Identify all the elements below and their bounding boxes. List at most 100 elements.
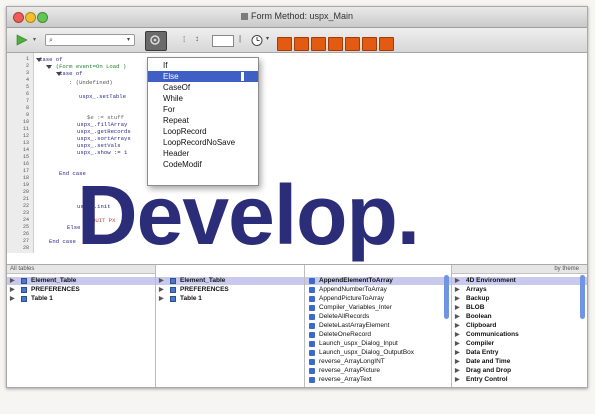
disclosure-icon[interactable]: ▶ — [455, 358, 460, 366]
theme-label: Data Entry — [466, 349, 499, 356]
method-item[interactable]: Launch_uspx_Dialog_Input — [305, 340, 451, 348]
view-toggle-button[interactable] — [212, 35, 234, 47]
method-item[interactable]: Launch_uspx_Dialog_OutputBox — [305, 349, 451, 357]
tool-button-6[interactable] — [362, 37, 377, 51]
menu-item-repeat[interactable]: Repeat — [148, 115, 258, 126]
menu-item-looprecord[interactable]: LoopRecord — [148, 126, 258, 137]
disclosure-icon[interactable]: ▶ — [10, 295, 15, 303]
list-item[interactable]: ▶ Table 1 — [156, 295, 304, 303]
theme-item[interactable]: ▶ 4D Environment — [452, 277, 587, 285]
search-dropdown-icon[interactable]: ▾ — [127, 36, 130, 51]
disclosure-icon[interactable]: ▶ — [455, 304, 460, 312]
methods-column: AppendElementToArray AppendNumberToArray… — [305, 265, 452, 387]
disclosure-icon[interactable]: ▶ — [159, 295, 164, 303]
tool-button-5[interactable] — [345, 37, 360, 51]
tables-column: All tables ▶ Element_Table ▶ PREFERENCES ▶… — [7, 265, 156, 387]
method-label: reverse_ArrayPicture — [319, 367, 381, 374]
theme-item[interactable]: ▶ Backup — [452, 295, 587, 303]
methods-scrollbar[interactable] — [444, 275, 449, 319]
disclosure-icon[interactable]: ▶ — [10, 286, 15, 294]
method-icon — [309, 296, 315, 302]
method-item[interactable]: DeleteOneRecord — [305, 331, 451, 339]
method-item[interactable]: reverse_ArrayPicture — [305, 367, 451, 375]
method-icon — [309, 323, 315, 329]
method-icon — [309, 359, 315, 365]
method-item[interactable]: AppendNumberToArray — [305, 286, 451, 294]
control-flow-menu[interactable]: If Else CaseOf While For Repeat LoopReco… — [147, 57, 259, 186]
list-item[interactable]: ▶ PREFERENCES — [156, 286, 304, 294]
line-number: 18 — [22, 175, 29, 181]
theme-item[interactable]: ▶ Data Entry — [452, 349, 587, 357]
list-item[interactable]: ▶ PREFERENCES — [7, 286, 155, 294]
disclosure-icon[interactable]: ▶ — [455, 376, 460, 384]
indent-icon[interactable]: ⁞ — [183, 35, 185, 50]
method-item[interactable]: reverse_ArrayText — [305, 376, 451, 384]
method-item[interactable]: Compiler_Variables_Inter — [305, 304, 451, 312]
disclosure-icon[interactable]: ▶ — [159, 286, 164, 294]
line-number: 10 — [22, 119, 29, 125]
disclosure-icon[interactable]: ▶ — [455, 340, 460, 348]
theme-item[interactable]: ▶ Boolean — [452, 313, 587, 321]
theme-item[interactable]: ▶ Arrays — [452, 286, 587, 294]
theme-item[interactable]: ▶ Date and Time — [452, 358, 587, 366]
disclosure-icon[interactable]: ▶ — [455, 295, 460, 303]
method-icon — [309, 341, 315, 347]
disclosure-icon[interactable]: ▶ — [455, 349, 460, 357]
theme-item[interactable]: ▶ Entry Control — [452, 376, 587, 384]
method-label: Launch_uspx_Dialog_OutputBox — [319, 349, 415, 356]
theme-item[interactable]: ▶ Compiler — [452, 340, 587, 348]
clock-icon[interactable] — [251, 34, 265, 49]
tool-button-3[interactable] — [311, 37, 326, 51]
fields-column: ▶ Element_Table ▶ PREFERENCES ▶ Table 1 — [156, 265, 305, 387]
disclosure-icon[interactable]: ▶ — [455, 331, 460, 339]
method-item[interactable]: AppendElementToArray — [305, 277, 451, 285]
list-item[interactable]: ▶ Element_Table — [156, 277, 304, 285]
code-elements-button[interactable] — [145, 31, 167, 51]
disclosure-icon[interactable]: ▶ — [10, 277, 15, 285]
menu-item-while[interactable]: While — [148, 93, 258, 104]
commands-column: by theme ▶ 4D Environment ▶ Arrays ▶ Backup… — [452, 265, 587, 387]
menu-item-looprecordnosave[interactable]: LoopRecordNoSave — [148, 137, 258, 148]
menu-item-if[interactable]: If — [148, 60, 258, 71]
title-bar[interactable]: Form Method: uspx_Main — [7, 7, 587, 28]
theme-item[interactable]: ▶ Clipboard — [452, 322, 587, 330]
list-item-label: Table 1 — [180, 295, 202, 302]
theme-item[interactable]: ▶ Communications — [452, 331, 587, 339]
method-item[interactable]: DeleteLastArrayElement — [305, 322, 451, 330]
disclosure-icon[interactable]: ▶ — [455, 286, 460, 294]
disclosure-icon[interactable]: ▶ — [455, 313, 460, 321]
menu-item-caseof[interactable]: CaseOf — [148, 82, 258, 93]
theme-label: Drag and Drop — [466, 367, 512, 374]
chevron-down-icon[interactable]: ▾ — [33, 37, 39, 43]
theme-item[interactable]: ▶ Drag and Drop — [452, 367, 587, 375]
disclosure-icon[interactable]: ▶ — [159, 277, 164, 285]
search-input[interactable]: ⌕ — [45, 34, 135, 46]
window-title: Form Method: uspx_Main — [250, 11, 354, 21]
list-item-label: Element_Table — [31, 277, 77, 284]
menu-item-header[interactable]: Header — [148, 148, 258, 159]
themes-scrollbar[interactable] — [580, 275, 585, 319]
list-item[interactable]: ▶ Element_Table — [7, 277, 155, 285]
method-icon — [309, 332, 315, 338]
method-item[interactable]: AppendPictureToArray — [305, 295, 451, 303]
tool-button-1[interactable] — [277, 37, 292, 51]
line-number: 8 — [25, 105, 29, 111]
tool-button-2[interactable] — [294, 37, 309, 51]
line-number: 24 — [22, 217, 29, 223]
disclosure-icon[interactable]: ▶ — [455, 367, 460, 375]
play-icon[interactable] — [15, 34, 29, 49]
block-collapse-icon[interactable] — [35, 56, 65, 206]
disclosure-icon[interactable]: ▶ — [455, 322, 460, 330]
list-item[interactable]: ▶ Table 1 — [7, 295, 155, 303]
method-item[interactable]: reverse_ArrayLongINT — [305, 358, 451, 366]
tool-button-7[interactable] — [379, 37, 394, 51]
line-number: 4 — [25, 77, 29, 83]
line-number: 9 — [25, 112, 29, 118]
menu-item-for[interactable]: For — [148, 104, 258, 115]
theme-item[interactable]: ▶ BLOB — [452, 304, 587, 312]
history-dropdown-icon[interactable]: ▾ — [266, 35, 269, 50]
tool-button-4[interactable] — [328, 37, 343, 51]
method-item[interactable]: DeleteAllRecords — [305, 313, 451, 321]
sort-icon[interactable]: ↕ — [195, 34, 199, 49]
disclosure-icon[interactable]: ▶ — [455, 277, 460, 285]
